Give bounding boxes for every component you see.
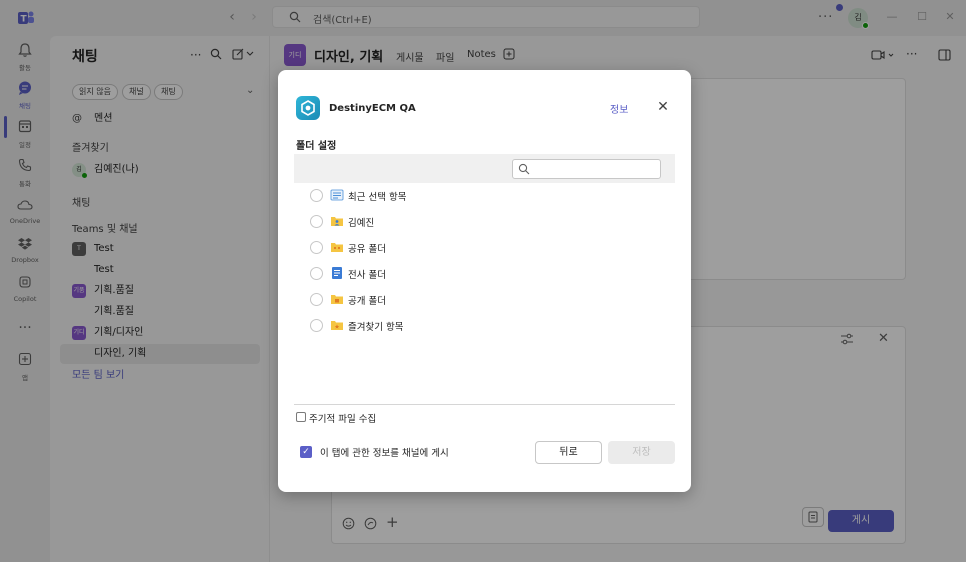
radio-button[interactable] [310,189,323,202]
public-folder-icon [330,292,344,306]
section-title: 폴더 설정 [296,141,337,152]
save-button[interactable]: 저장 [608,441,675,464]
folder-row[interactable]: 공개 폴더 [310,290,670,310]
folder-row[interactable]: 김예진 [310,212,670,232]
app-name: DestinyECM QA [329,103,416,114]
favorite-folder-icon [330,318,344,332]
periodic-collect-label: 주기적 파일 수집 [309,414,377,425]
folder-label: 공개 폴더 [348,296,386,307]
folder-label: 공유 폴더 [348,244,386,255]
recent-list-icon [330,188,344,202]
info-link[interactable]: 정보 [610,101,628,116]
back-button[interactable]: 뒤로 [535,441,602,464]
folder-row[interactable]: 최근 선택 항목 [310,186,670,206]
folder-label: 김예진 [348,218,375,229]
radio-button[interactable] [310,319,323,332]
folder-row[interactable]: 전사 폴더 [310,264,670,284]
folder-row[interactable]: 공유 폴더 [310,238,670,258]
app-settings-dialog: DestinyECM QA 정보 ✕ 폴더 설정 최근 선택 항목 김예진 공유… [278,70,691,492]
search-icon [518,163,530,175]
radio-button[interactable] [310,215,323,228]
radio-button[interactable] [310,293,323,306]
post-to-channel-checkbox[interactable]: ✓ [300,446,312,458]
company-doc-icon [330,266,344,280]
destiny-ecm-logo-icon [296,96,320,120]
radio-button[interactable] [310,241,323,254]
folder-label: 즐겨찾기 항목 [348,322,404,333]
close-icon[interactable]: ✕ [656,100,670,114]
shared-folder-icon [330,240,344,254]
folder-row[interactable]: 즐겨찾기 항목 [310,316,670,336]
folder-label: 최근 선택 항목 [348,192,407,203]
folder-label: 전사 폴더 [348,270,386,281]
folder-search-input[interactable] [512,159,661,179]
radio-button[interactable] [310,267,323,280]
post-to-channel-label: 이 탭에 관한 정보를 채널에 게시 [320,448,449,459]
user-folder-icon [330,214,344,228]
periodic-collect-checkbox[interactable] [296,412,306,422]
divider [294,404,675,405]
